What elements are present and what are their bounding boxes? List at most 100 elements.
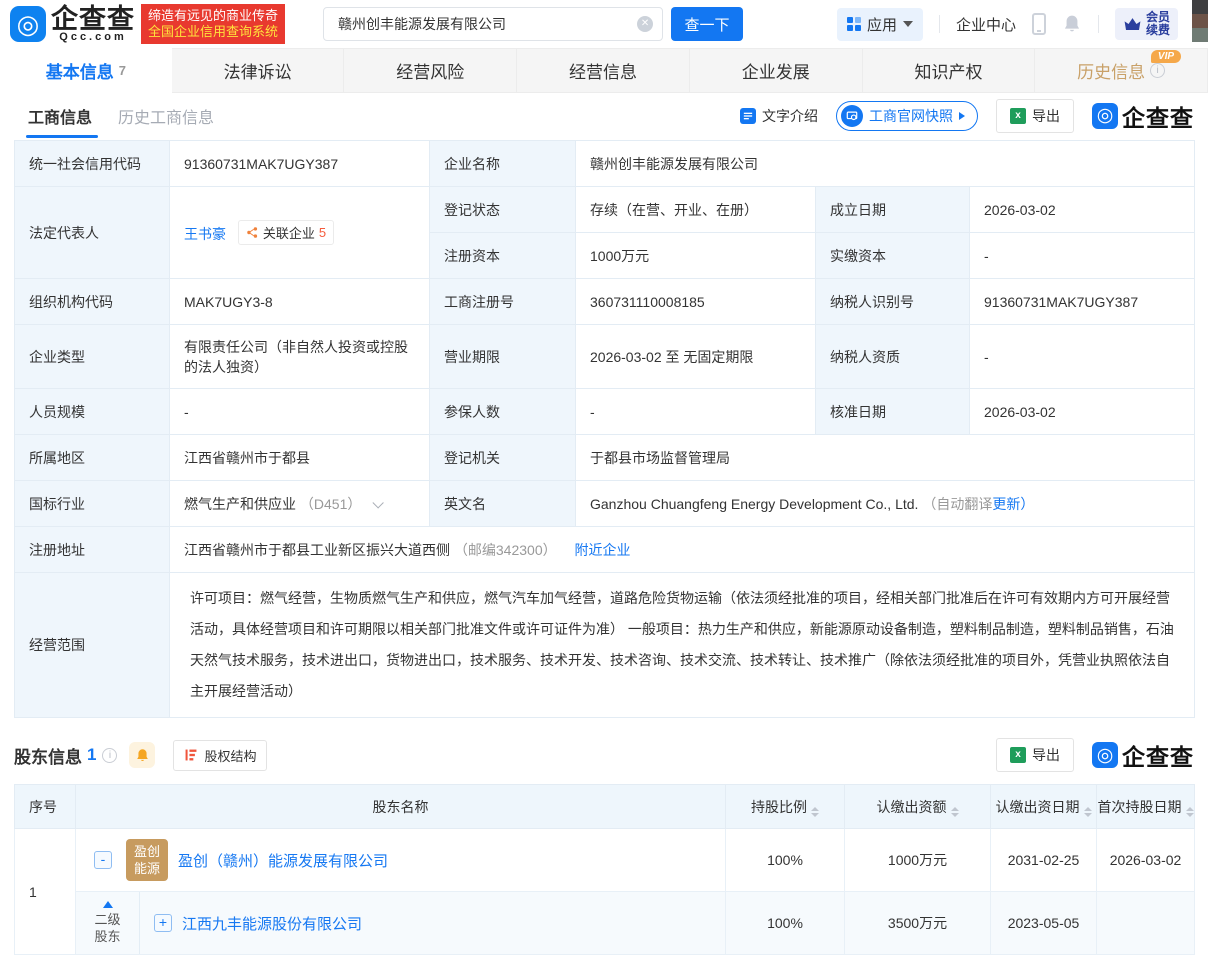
industry-value: 燃气生产和供应业 [184, 495, 296, 512]
field-label: 营业期限 [429, 324, 576, 389]
col-ratio-sortable[interactable]: 持股比例 [725, 784, 845, 829]
collapse-button[interactable]: - [94, 851, 112, 869]
tab-count: 7 [118, 63, 126, 78]
shareholder-link[interactable]: 江西九丰能源股份有限公司 [182, 913, 362, 934]
search-button[interactable]: 查一下 [671, 7, 744, 41]
field-label: 纳税人识别号 [815, 278, 970, 325]
field-label: 英文名 [429, 480, 576, 527]
related-companies-badge[interactable]: 关联企业 5 [237, 220, 335, 245]
postcode: （邮编342300） [453, 541, 557, 558]
field-label: 登记机关 [429, 434, 576, 481]
field-label: 工商注册号 [429, 278, 576, 325]
main-nav-tabs: 基本信息 7 法律诉讼 经营风险 经营信息 企业发展 知识产权 VIP 历史信息… [0, 48, 1208, 93]
field-label: 统一社会信用代码 [14, 140, 170, 187]
field-label: 所属地区 [14, 434, 170, 481]
tab-label: 知识产权 [914, 63, 983, 82]
tab-intellectual-property[interactable]: 知识产权 [862, 48, 1036, 93]
shareholders-table: 序号 股东名称 持股比例 认缴出资额 认缴出资日期 首次持股日期 1 - 盈创 … [14, 784, 1195, 955]
paid-capital-value: - [968, 232, 1196, 279]
update-translation-link[interactable]: 更新） [992, 496, 1034, 512]
qcc-watermark-logo: ◎ 企查查 [1092, 99, 1194, 133]
monitor-bell-button[interactable] [129, 742, 156, 768]
equity-structure-button[interactable]: 股权结构 [173, 739, 268, 771]
subtab-history-business-info[interactable]: 历史工商信息 [118, 93, 214, 138]
english-name-cell: Ganzhou Chuangfeng Energy Development Co… [574, 480, 1196, 527]
company-name-value: 赣州创丰能源发展有限公司 [574, 140, 1196, 187]
staff-size-value: - [169, 388, 430, 435]
field-label: 注册地址 [14, 526, 170, 573]
enterprise-center-link[interactable]: 企业中心 [956, 14, 1016, 35]
tab-basic-info[interactable]: 基本信息 7 [0, 48, 172, 93]
shareholders-header: 股东信息 1 i 股权结构 x 导出 ◎ 企查查 [14, 738, 1194, 772]
crown-icon [1124, 17, 1141, 30]
col-amount-sortable[interactable]: 认缴出资额 [844, 784, 991, 829]
industry-cell: 燃气生产和供应业 （D451） [169, 480, 430, 527]
sort-icon [811, 806, 819, 817]
tab-label: 经营风险 [396, 63, 465, 82]
chevron-down-icon [902, 21, 913, 27]
amount-value: 1000万元 [844, 828, 991, 892]
tab-label: 企业发展 [741, 63, 810, 82]
chevron-down-icon[interactable] [372, 496, 385, 509]
export-button[interactable]: x 导出 [996, 98, 1074, 133]
expand-button[interactable]: + [154, 914, 172, 932]
legal-rep-link[interactable]: 王书豪 [184, 226, 226, 242]
top-bar: ◎ 企查查 Qcc.com 缔造有远见的商业传奇 全国企业信用查询系统 ✕ 查一… [0, 0, 1208, 48]
shareholder-name-cell: 二级 股东 + 江西九丰能源股份有限公司 [75, 891, 726, 955]
col-seq: 序号 [14, 784, 76, 829]
tab-company-development[interactable]: 企业发展 [689, 48, 863, 93]
first-date-value [1096, 891, 1195, 955]
field-label: 注册资本 [429, 232, 576, 279]
shareholders-count: 1 [87, 745, 97, 764]
table-row: 注册地址 江西省赣州市于都县工业新区振兴大道西侧 （邮编342300） 附近企业 [14, 526, 1196, 573]
table-row: 法定代表人 王书豪 关联企业 5 登记状态 存续（在营、开业、在册） 成立日期 … [14, 186, 1196, 279]
excel-icon: x [1010, 107, 1026, 124]
tab-label: 基本信息 [45, 63, 114, 82]
network-icon [247, 227, 258, 238]
tab-operation-risk[interactable]: 经营风险 [344, 48, 518, 93]
first-date-value: 2026-03-02 [1096, 828, 1195, 892]
english-name-value: Ganzhou Chuangfeng Energy Development Co… [590, 495, 919, 512]
business-scope-cell: 许可项目：燃气经营，生物质燃气生产和供应，燃气汽车加气经营，道路危险货物运输（依… [168, 572, 1196, 718]
clear-search-icon[interactable]: ✕ [637, 16, 654, 32]
vip-badge: VIP [1150, 50, 1182, 63]
slogan-line2: 全国企业信用查询系统 [148, 24, 279, 39]
company-info-table: 统一社会信用代码 91360731MAK7UGY387 企业名称 赣州创丰能源发… [14, 140, 1196, 718]
triangle-up-icon[interactable] [102, 901, 113, 908]
excel-icon: x [1010, 747, 1026, 763]
document-icon [740, 107, 756, 124]
info-icon: i [102, 747, 118, 763]
tab-legal-litigation[interactable]: 法律诉讼 [171, 48, 345, 93]
vip-renew-button[interactable]: 会员 续费 [1114, 8, 1178, 40]
field-label: 经营范围 [14, 572, 170, 718]
qcc-logo[interactable]: ◎ 企查查 Qcc.com [10, 5, 135, 43]
establish-date-value: 2026-03-02 [968, 186, 1196, 233]
field-label: 登记状态 [429, 186, 576, 233]
reg-capital-value: 1000万元 [575, 232, 816, 279]
logo-subtitle: Qcc.com [59, 30, 127, 43]
section-toolbar: 工商信息 历史工商信息 文字介绍 工商官网快照 x 导出 ◎ 企查查 [0, 93, 1208, 138]
col-date-sortable[interactable]: 认缴出资日期 [990, 784, 1097, 829]
shareholder-avatar: 盈创 能源 [126, 839, 168, 881]
search-input[interactable] [323, 7, 664, 41]
field-label: 国标行业 [14, 480, 170, 527]
official-snapshot-button[interactable]: 工商官网快照 [836, 100, 978, 131]
info-icon: i [1150, 63, 1166, 78]
text-intro-button[interactable]: 文字介绍 [740, 106, 818, 126]
shareholder-name-cell: - 盈创 能源 盈创（赣州）能源发展有限公司 [75, 828, 726, 892]
tab-history-info[interactable]: VIP 历史信息 i [1035, 48, 1208, 93]
org-chart-icon [186, 749, 197, 761]
mobile-app-icon[interactable] [1031, 13, 1046, 35]
export-button[interactable]: x 导出 [996, 738, 1074, 772]
ratio-value: 100% [725, 891, 845, 955]
shareholder-link[interactable]: 盈创（赣州）能源发展有限公司 [178, 850, 388, 871]
table-row: 国标行业 燃气生产和供应业 （D451） 英文名 Ganzhou Chuangf… [14, 480, 1196, 527]
notifications-bell-icon[interactable] [1062, 14, 1082, 34]
subtab-business-info[interactable]: 工商信息 [25, 93, 99, 138]
tab-operation-info[interactable]: 经营信息 [517, 48, 690, 93]
nearby-companies-link[interactable]: 附近企业 [575, 542, 631, 558]
field-label: 参保人数 [429, 388, 576, 435]
apps-menu[interactable]: 应用 [836, 7, 923, 41]
col-first-date-sortable[interactable]: 首次持股日期 [1096, 784, 1195, 829]
region-value: 江西省赣州市于都县 [169, 434, 430, 481]
